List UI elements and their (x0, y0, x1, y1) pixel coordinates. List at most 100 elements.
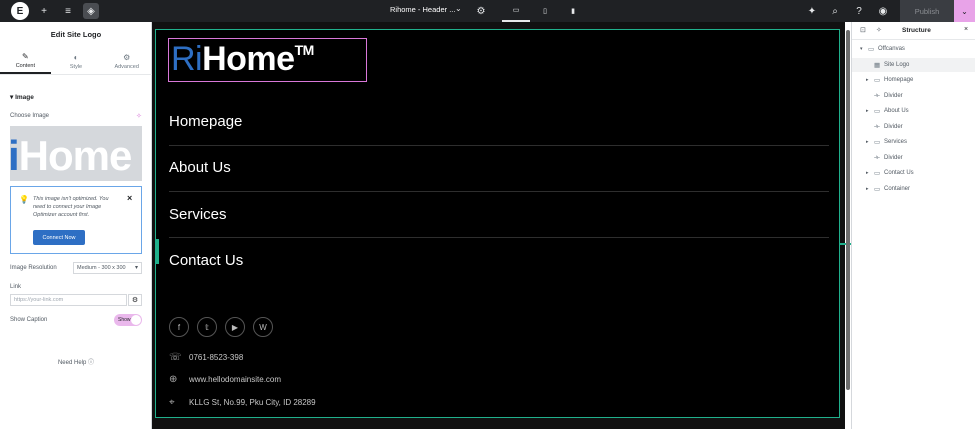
phone-icon: ☏ (169, 352, 182, 363)
tree-item-label: Homepage (884, 77, 914, 83)
lightbulb-icon: 💡 (19, 195, 29, 204)
show-caption-toggle[interactable]: Show (114, 314, 142, 326)
connect-now-button[interactable]: Connect Now (33, 230, 85, 245)
logo-home: Home (202, 40, 295, 78)
panel-title: Edit Site Logo (50, 30, 102, 39)
close-icon[interactable]: × (964, 26, 968, 33)
tree-item[interactable]: ▸ ▭ Container (852, 182, 975, 196)
nav-about-us[interactable]: About Us (169, 159, 231, 176)
link-label: Link (10, 284, 22, 290)
help-icon[interactable]: ? (851, 3, 867, 19)
chevron-down-icon[interactable]: ⌄ (455, 4, 462, 13)
divider-icon: ⟛ (874, 122, 880, 130)
tab-label: Advanced (114, 64, 139, 70)
tree-expand-icon[interactable]: ▸ (866, 186, 874, 192)
resize-handle[interactable] (156, 239, 159, 264)
ai-sparkle-icon[interactable]: ✧ (136, 112, 142, 120)
youtube-icon[interactable]: ▶ (225, 317, 245, 337)
tree-item[interactable]: ⟛ Divider (852, 89, 975, 103)
divider[interactable] (169, 237, 829, 238)
offcanvas-container[interactable] (155, 29, 840, 418)
nav-services[interactable]: Services (169, 206, 227, 223)
tree-item[interactable]: ▾ ▭ Offcanvas (852, 42, 975, 56)
add-element-icon[interactable]: + (36, 3, 52, 19)
tree-item[interactable]: ⟛ Divider (852, 120, 975, 134)
chevron-down-icon: ▾ (134, 265, 138, 271)
tree-item-label: About Us (884, 108, 909, 114)
contact-phone: ☏ 0761-8523-398 (169, 352, 243, 363)
choose-image-label: Choose Image (10, 113, 50, 119)
facebook-icon[interactable]: f (169, 317, 189, 337)
section-title: Image (15, 94, 34, 101)
twitter-icon[interactable]: 𝕥 (197, 317, 217, 337)
tab-label: Style (69, 64, 83, 70)
tree-item-label: Contact Us (884, 170, 914, 176)
phone-text: 0761-8523-398 (189, 353, 244, 362)
show-caption-label: Show Caption (10, 317, 48, 323)
canvas-scrollbar[interactable] (846, 30, 850, 390)
tree-item-label: Site Logo (884, 61, 910, 68)
container-icon: ▭ (868, 46, 875, 53)
address-text: KLLG St, No.99, Pku City, ID 28289 (189, 398, 316, 407)
close-icon[interactable]: × (127, 193, 132, 203)
elementor-logo-icon[interactable]: E (11, 2, 29, 20)
image-preview[interactable]: iHome (10, 126, 142, 181)
section-image-toggle[interactable]: ▾ Image (10, 93, 34, 101)
tree-item-label: Container (884, 185, 911, 192)
tree-item[interactable]: ▸ ▭ Services (852, 135, 975, 149)
expand-sparkle-icon[interactable]: ✧ (876, 26, 882, 34)
contact-address: ⌖ KLLG St, No.99, Pku City, ID 28289 (169, 397, 316, 408)
divider[interactable] (169, 145, 829, 146)
structure-panel: ⊡ ✧ Structure × ▾ ▭ Offcanvas ▦ Site Logo ▸ ▭ H… (851, 22, 975, 429)
contact-website: ⊕ www.hellodomainsite.com (169, 374, 281, 385)
tree-item[interactable]: ▸ ▭ About Us (852, 104, 975, 118)
divider[interactable] (169, 191, 829, 192)
nav-homepage[interactable]: Homepage (169, 113, 242, 130)
tab-label: Content (15, 63, 35, 69)
nav-contact-us[interactable]: Contact Us (169, 252, 243, 269)
document-title[interactable]: Rihome - Header ... (390, 5, 455, 14)
layers-icon[interactable]: ◈ (83, 3, 99, 19)
site-logo-widget[interactable]: RiHomeTM (168, 38, 367, 82)
mobile-view-icon[interactable]: ▮ (559, 0, 587, 22)
tree-expand-icon[interactable]: ▸ (866, 139, 874, 145)
tree-expand-icon[interactable]: ▸ (866, 170, 874, 176)
tree-expand-icon[interactable]: ▸ (866, 77, 874, 83)
panel-toggle-icon[interactable]: ⊡ (860, 26, 866, 34)
tree-item[interactable]: ▦ Site Logo (852, 57, 975, 72)
notifications-rocket-icon[interactable]: ✦ (804, 3, 820, 19)
settings-sliders-icon[interactable]: ≡ (60, 3, 76, 19)
select-value: Medium - 300 x 300 (77, 265, 126, 271)
preview-eye-icon[interactable]: ◉ (875, 3, 891, 19)
tree-item-label: Offcanvas (878, 46, 905, 52)
optimizer-notice: 💡 This image isn't optimized. You need t… (10, 186, 142, 254)
wordpress-icon[interactable]: W (253, 317, 273, 337)
help-circle-icon: ⓘ (88, 360, 95, 366)
logo-home: Home (18, 132, 133, 179)
tab-style[interactable]: ◐ Style (51, 49, 102, 74)
search-icon[interactable]: ⌕ (827, 3, 843, 19)
document-settings-gear-icon[interactable]: ⚙ (473, 3, 489, 19)
publish-button[interactable]: Publish (900, 0, 954, 22)
tablet-view-icon[interactable]: ▯ (531, 0, 559, 22)
structure-header: ⊡ ✧ Structure × (852, 22, 975, 40)
tree-expand-icon[interactable]: ▾ (860, 46, 868, 52)
container-icon: ▭ (874, 185, 881, 193)
image-resolution-select[interactable]: Medium - 300 x 300 ▾ (73, 262, 142, 274)
link-options-gear-icon[interactable]: ⚙ (128, 294, 142, 306)
tree-item-label: Divider (884, 123, 903, 130)
desktop-view-icon[interactable]: ▭ (502, 0, 530, 22)
tree-item[interactable]: ▸ ▭ Homepage (852, 73, 975, 87)
notice-message: This image isn't optimized. You need to … (33, 196, 109, 218)
tab-content[interactable]: ✎ Content (0, 49, 51, 74)
logo-trademark: TM (294, 42, 315, 58)
tree-item[interactable]: ▸ ▭ Contact Us (852, 166, 975, 180)
globe-icon: ⊕ (169, 374, 178, 385)
publish-options-chevron-icon[interactable]: ⌄ (954, 0, 975, 22)
link-input[interactable]: https://your-link.com (10, 294, 127, 306)
need-help-link[interactable]: Need Help ⓘ (0, 357, 152, 366)
tree-expand-icon[interactable]: ▸ (866, 108, 874, 114)
tree-item[interactable]: ⟛ Divider (852, 151, 975, 165)
edit-panel: Edit Site Logo ✎ Content ◐ Style ⚙ Advan… (0, 22, 152, 429)
tab-advanced[interactable]: ⚙ Advanced (101, 49, 152, 74)
